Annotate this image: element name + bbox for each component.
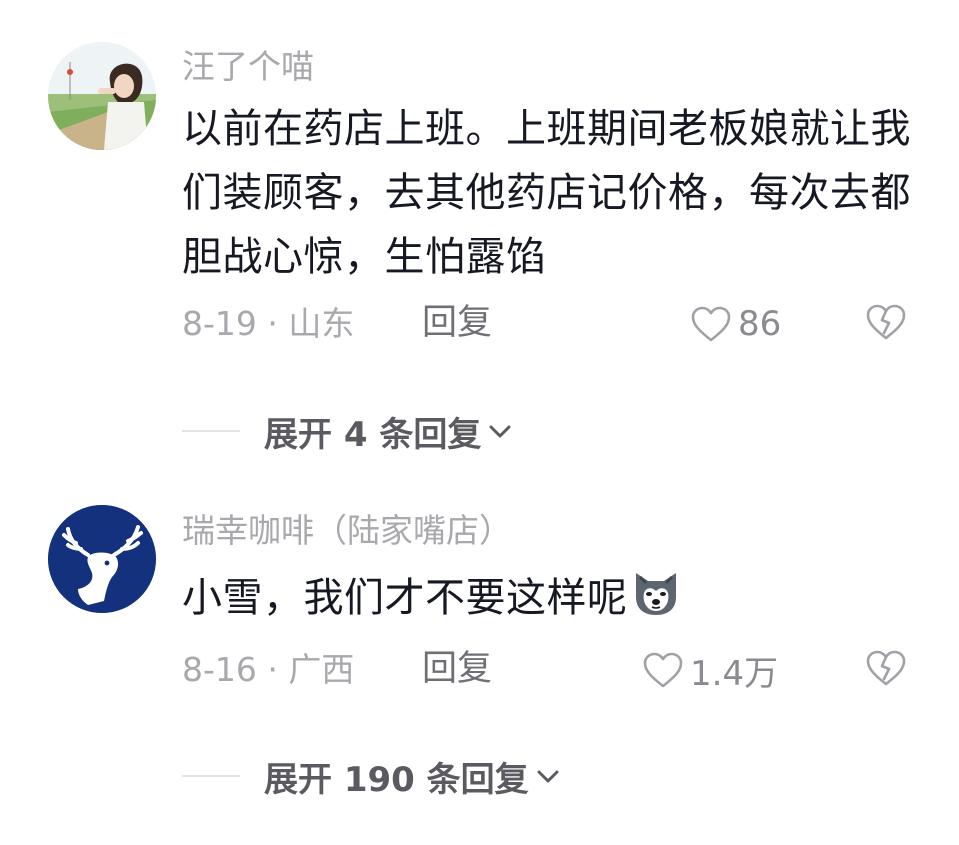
like-count: 86 — [738, 304, 782, 344]
reply-button[interactable]: 回复 — [422, 648, 492, 690]
expand-replies-label: 展开 4 条回复 — [264, 414, 482, 455]
comment-text-wrapper: 小雪，我们才不要这样呢 — [182, 566, 922, 630]
like-button[interactable]: 1.4万 — [642, 646, 778, 694]
like-button[interactable]: 86 — [690, 300, 781, 348]
comment-date-location: 8-19 · 山东 — [182, 304, 355, 343]
like-count: 1.4万 — [690, 653, 779, 694]
husky-dog-emoji-icon — [635, 573, 676, 615]
expand-replies-label: 展开 190 条回复 — [264, 759, 529, 800]
luckin-deer-logo-icon — [48, 505, 156, 613]
comment-username[interactable]: 汪了个喵 — [182, 47, 314, 87]
comment-username[interactable]: 瑞幸咖啡（陆家嘴店） — [182, 511, 512, 551]
heart-icon — [643, 652, 683, 688]
comment-text: 小雪，我们才不要这样呢 — [182, 575, 628, 621]
comment-meta: 8-19 · 山东 回复 86 — [182, 300, 922, 348]
broken-heart-icon[interactable] — [865, 303, 907, 341]
avatar-girl-image — [48, 42, 156, 150]
reply-button[interactable]: 回复 — [422, 302, 492, 344]
divider-line — [182, 430, 240, 432]
expand-replies-button[interactable]: 展开 4 条回复 — [182, 407, 515, 455]
comment-meta: 8-16 · 广西 回复 1.4万 — [182, 646, 922, 694]
broken-heart-icon[interactable] — [865, 649, 907, 687]
avatar[interactable] — [48, 42, 156, 150]
comment-text: 以前在药店上班。上班期间老板娘就让我们装顾客，去其他药店记价格，每次去都胆战心惊… — [182, 106, 911, 280]
chevron-down-icon — [537, 770, 559, 783]
expand-replies-button[interactable]: 展开 190 条回复 — [182, 752, 563, 800]
comment-date-location: 8-16 · 广西 — [182, 650, 355, 689]
divider-line — [182, 775, 240, 777]
heart-icon — [691, 306, 731, 342]
avatar[interactable] — [48, 505, 156, 613]
chevron-down-icon — [489, 425, 511, 438]
